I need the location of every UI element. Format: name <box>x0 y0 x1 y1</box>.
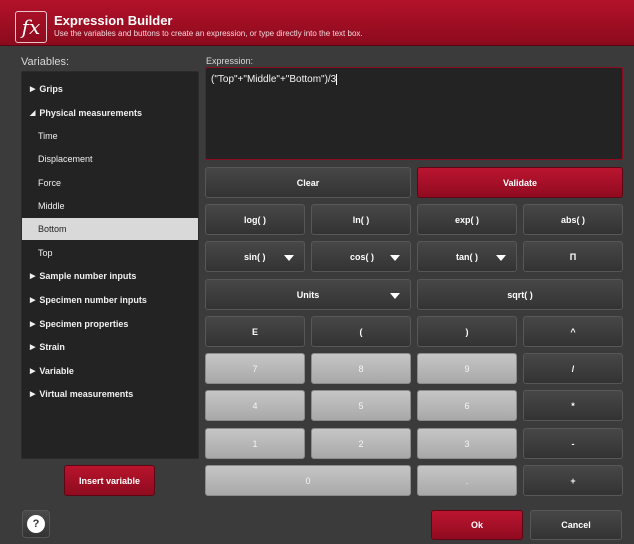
expression-label: Expression: <box>206 56 254 66</box>
expand-triangle-icon: ▶ <box>30 391 36 398</box>
chevron-down-icon <box>390 255 400 261</box>
ln-button[interactable]: ln( ) <box>311 204 411 235</box>
tree-group-sample-number-inputs[interactable]: ▶ Sample number inputs <box>22 265 198 287</box>
ok-button[interactable]: Ok <box>431 510 523 540</box>
tree-group-label: Physical measurements <box>39 108 142 118</box>
tree-item-label: Displacement <box>38 154 93 164</box>
expand-triangle-icon: ▶ <box>30 273 36 280</box>
multiply-button[interactable]: * <box>523 390 623 421</box>
sqrt-button[interactable]: sqrt( ) <box>417 279 623 310</box>
abs-button[interactable]: abs( ) <box>523 204 623 235</box>
tree-group-label: Virtual measurements <box>39 389 134 399</box>
sin-label: sin( ) <box>244 251 266 262</box>
cos-label: cos( ) <box>350 251 375 262</box>
log-button[interactable]: log( ) <box>205 204 305 235</box>
tree-item-label: Force <box>38 178 62 188</box>
dialog-subtitle: Use the variables and buttons to create … <box>54 29 363 38</box>
chevron-down-icon <box>496 255 506 261</box>
tree-group-label: Strain <box>39 342 65 352</box>
text-caret <box>336 74 338 85</box>
decimal-point-button[interactable]: . <box>417 465 517 496</box>
tree-item-time[interactable]: Time <box>22 125 198 147</box>
tree-group-variable[interactable]: ▶ Variable <box>22 360 198 382</box>
chevron-down-icon <box>390 293 400 299</box>
chevron-down-icon <box>284 255 294 261</box>
insert-variable-button[interactable]: Insert variable <box>64 465 155 496</box>
tree-item-label: Top <box>38 248 53 258</box>
cos-dropdown[interactable]: cos( ) <box>311 241 411 272</box>
power-button[interactable]: ^ <box>523 316 623 347</box>
e-button[interactable]: E <box>205 316 305 347</box>
clear-button[interactable]: Clear <box>205 167 411 198</box>
dialog-title: Expression Builder <box>54 13 173 28</box>
digit-0-button[interactable]: 0 <box>205 465 411 496</box>
title-bar: fx Expression Builder Use the variables … <box>0 0 634 46</box>
tree-group-label: Specimen number inputs <box>39 295 147 305</box>
validate-button[interactable]: Validate <box>417 167 623 198</box>
units-label: Units <box>296 289 320 300</box>
digit-1-button[interactable]: 1 <box>205 428 305 459</box>
tree-group-strain[interactable]: ▶ Strain <box>22 336 198 358</box>
digit-6-button[interactable]: 6 <box>417 390 517 421</box>
tree-item-bottom[interactable]: Bottom <box>22 218 198 240</box>
digit-7-button[interactable]: 7 <box>205 353 305 384</box>
sin-dropdown[interactable]: sin( ) <box>205 241 305 272</box>
tree-item-displacement[interactable]: Displacement <box>22 148 198 170</box>
variables-label: Variables: <box>21 56 70 68</box>
tan-label: tan( ) <box>456 251 478 262</box>
units-dropdown[interactable]: Units <box>205 279 411 310</box>
tree-group-specimen-number-inputs[interactable]: ▶ Specimen number inputs <box>22 289 198 311</box>
tree-item-label: Middle <box>38 201 65 211</box>
digit-2-button[interactable]: 2 <box>311 428 411 459</box>
plus-button[interactable]: + <box>523 465 623 496</box>
tree-item-force[interactable]: Force <box>22 172 198 194</box>
tree-group-label: Sample number inputs <box>39 271 137 281</box>
tree-item-label: Bottom <box>38 224 67 234</box>
digit-4-button[interactable]: 4 <box>205 390 305 421</box>
pi-button[interactable]: Π <box>523 241 623 272</box>
close-paren-button[interactable]: ) <box>417 316 517 347</box>
tree-group-virtual-measurements[interactable]: ▶ Virtual measurements <box>22 383 198 405</box>
expand-triangle-icon: ▶ <box>30 297 36 304</box>
tree-item-top[interactable]: Top <box>22 242 198 264</box>
variables-tree[interactable]: ▶ Grips ◢ Physical measurements Time Displ… <box>21 71 199 459</box>
divide-button[interactable]: / <box>523 353 623 384</box>
tree-group-physical-measurements[interactable]: ◢ Physical measurements <box>22 102 198 124</box>
expand-triangle-icon: ▶ <box>30 321 36 328</box>
minus-button[interactable]: - <box>523 428 623 459</box>
tree-group-label: Specimen properties <box>39 319 129 329</box>
open-paren-button[interactable]: ( <box>311 316 411 347</box>
tan-dropdown[interactable]: tan( ) <box>417 241 517 272</box>
collapse-triangle-icon: ◢ <box>30 110 36 117</box>
expand-triangle-icon: ▶ <box>30 86 36 93</box>
digit-8-button[interactable]: 8 <box>311 353 411 384</box>
tree-group-specimen-properties[interactable]: ▶ Specimen properties <box>22 313 198 335</box>
expression-text: ("Top"+"Middle"+"Bottom")/3 <box>211 74 337 86</box>
expression-input[interactable]: ("Top"+"Middle"+"Bottom")/3 <box>205 67 623 160</box>
exp-button[interactable]: exp( ) <box>417 204 517 235</box>
digit-9-button[interactable]: 9 <box>417 353 517 384</box>
tree-item-middle[interactable]: Middle <box>22 195 198 217</box>
tree-group-grips[interactable]: ▶ Grips <box>22 78 198 100</box>
digit-5-button[interactable]: 5 <box>311 390 411 421</box>
help-button[interactable]: ? <box>22 510 50 538</box>
expand-triangle-icon: ▶ <box>30 344 36 351</box>
tree-group-label: Grips <box>39 84 63 94</box>
tree-item-label: Time <box>38 131 58 141</box>
expand-triangle-icon: ▶ <box>30 368 36 375</box>
question-mark-icon: ? <box>27 515 45 533</box>
cancel-button[interactable]: Cancel <box>530 510 622 540</box>
fx-icon: fx <box>15 11 47 43</box>
digit-3-button[interactable]: 3 <box>417 428 517 459</box>
tree-group-label: Variable <box>39 366 74 376</box>
